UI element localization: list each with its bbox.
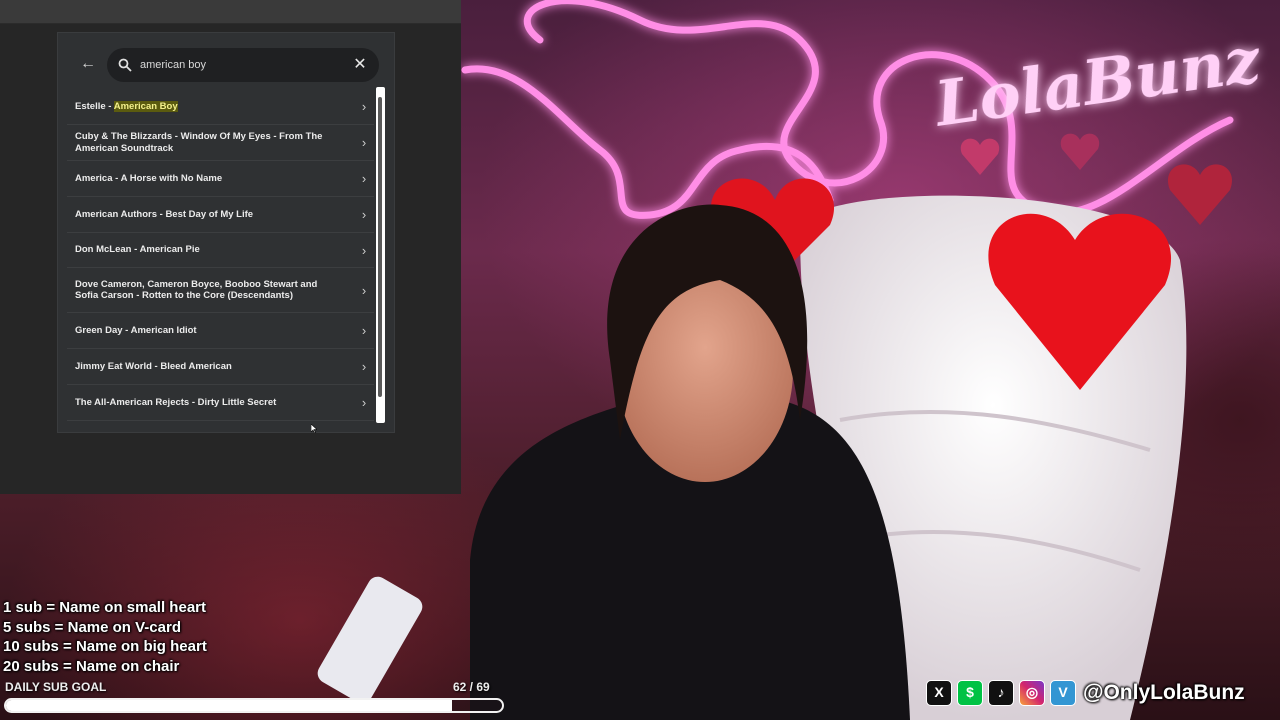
social-handle: @OnlyLolaBunz	[1083, 681, 1245, 704]
result-title: The All-American Rejects - Dirty Little …	[75, 396, 277, 408]
scrollbar-thumb[interactable]	[378, 97, 382, 397]
overlay-title-bar	[0, 0, 461, 24]
song-request-overlay: ← ✕ Estelle - American Boy › Cuby & The …	[0, 0, 461, 494]
result-title: Cuby & The Blizzards - Window Of My Eyes…	[75, 131, 323, 154]
result-title: Dove Cameron, Cameron Boyce, Booboo Stew…	[75, 278, 318, 302]
tiktok-icon[interactable]: ♪	[988, 680, 1014, 706]
wall-heart	[1060, 133, 1100, 170]
chevron-right-icon: ›	[361, 395, 367, 410]
chevron-right-icon: ›	[361, 242, 367, 258]
goal-progress-fill	[6, 700, 452, 711]
venmo-icon[interactable]: V	[1050, 680, 1076, 706]
result-row[interactable]: The All-American Rejects - Dirty Little …	[67, 385, 374, 421]
social-links-bar: X $ ♪ ◎ V @OnlyLolaBunz	[926, 679, 1245, 707]
result-title: Jimmy Eat World - Bleed American	[75, 360, 232, 372]
result-title: Estelle - American Boy	[75, 100, 178, 112]
clear-search-icon[interactable]: ✕	[351, 56, 369, 74]
results-scrollbar[interactable]	[376, 87, 385, 423]
chevron-right-icon: ›	[361, 359, 367, 374]
wall-heart	[1167, 164, 1233, 225]
result-row[interactable]: Don McLean - American Pie ›	[67, 233, 374, 268]
sub-rewards-list: 1 sub = Name on small heart 5 subs = Nam…	[3, 598, 207, 676]
chevron-right-icon: ›	[361, 99, 367, 114]
result-title: Green Day - American Idiot	[75, 324, 197, 336]
wall-heart	[960, 138, 1000, 175]
microphone	[317, 576, 423, 704]
result-row[interactable]: Estelle - American Boy ›	[67, 89, 374, 125]
chevron-right-icon: ›	[361, 323, 367, 338]
mouse-pointer-icon	[311, 424, 317, 433]
result-row[interactable]: Green Day - American Idiot ›	[67, 313, 374, 349]
back-arrow-icon[interactable]: ←	[78, 53, 98, 75]
cashapp-icon[interactable]: $	[957, 680, 983, 706]
result-row[interactable]: American Authors - Best Day of My Life ›	[67, 197, 374, 233]
result-row[interactable]: Dove Cameron, Cameron Boyce, Booboo Stew…	[67, 268, 374, 313]
result-title: Don McLean - American Pie	[75, 244, 200, 256]
goal-count: 62 / 69	[453, 680, 490, 694]
result-row[interactable]: Cuby & The Blizzards - Window Of My Eyes…	[67, 125, 374, 161]
sub-reward-line: 20 subs = Name on chair	[3, 657, 180, 675]
song-search-popup: ← ✕ Estelle - American Boy › Cuby & The …	[57, 32, 395, 433]
goal-progress-bar	[4, 698, 504, 713]
x-icon[interactable]: X	[926, 680, 952, 706]
search-results-list: Estelle - American Boy › Cuby & The Bliz…	[67, 89, 374, 421]
search-icon	[118, 58, 132, 72]
chevron-right-icon: ›	[361, 171, 367, 186]
result-row[interactable]: America - A Horse with No Name ›	[67, 161, 374, 197]
chevron-right-icon: ›	[361, 207, 367, 222]
sub-reward-line: 5 subs = Name on V-card	[3, 618, 181, 636]
instagram-icon[interactable]: ◎	[1019, 680, 1045, 706]
result-row[interactable]: Jimmy Eat World - Bleed American ›	[67, 349, 374, 385]
result-title: American Authors - Best Day of My Life	[75, 208, 254, 220]
goal-label: DAILY SUB GOAL	[5, 680, 107, 694]
result-title: America - A Horse with No Name	[75, 172, 223, 184]
sub-reward-line: 10 subs = Name on big heart	[3, 638, 207, 655]
sub-reward-line: 1 sub = Name on small heart	[3, 599, 206, 616]
chevron-right-icon: ›	[361, 135, 367, 150]
search-match-highlight: American Boy	[113, 100, 178, 112]
search-input[interactable]	[140, 54, 340, 76]
chevron-right-icon: ›	[361, 282, 367, 298]
search-bar: ✕	[107, 48, 379, 82]
